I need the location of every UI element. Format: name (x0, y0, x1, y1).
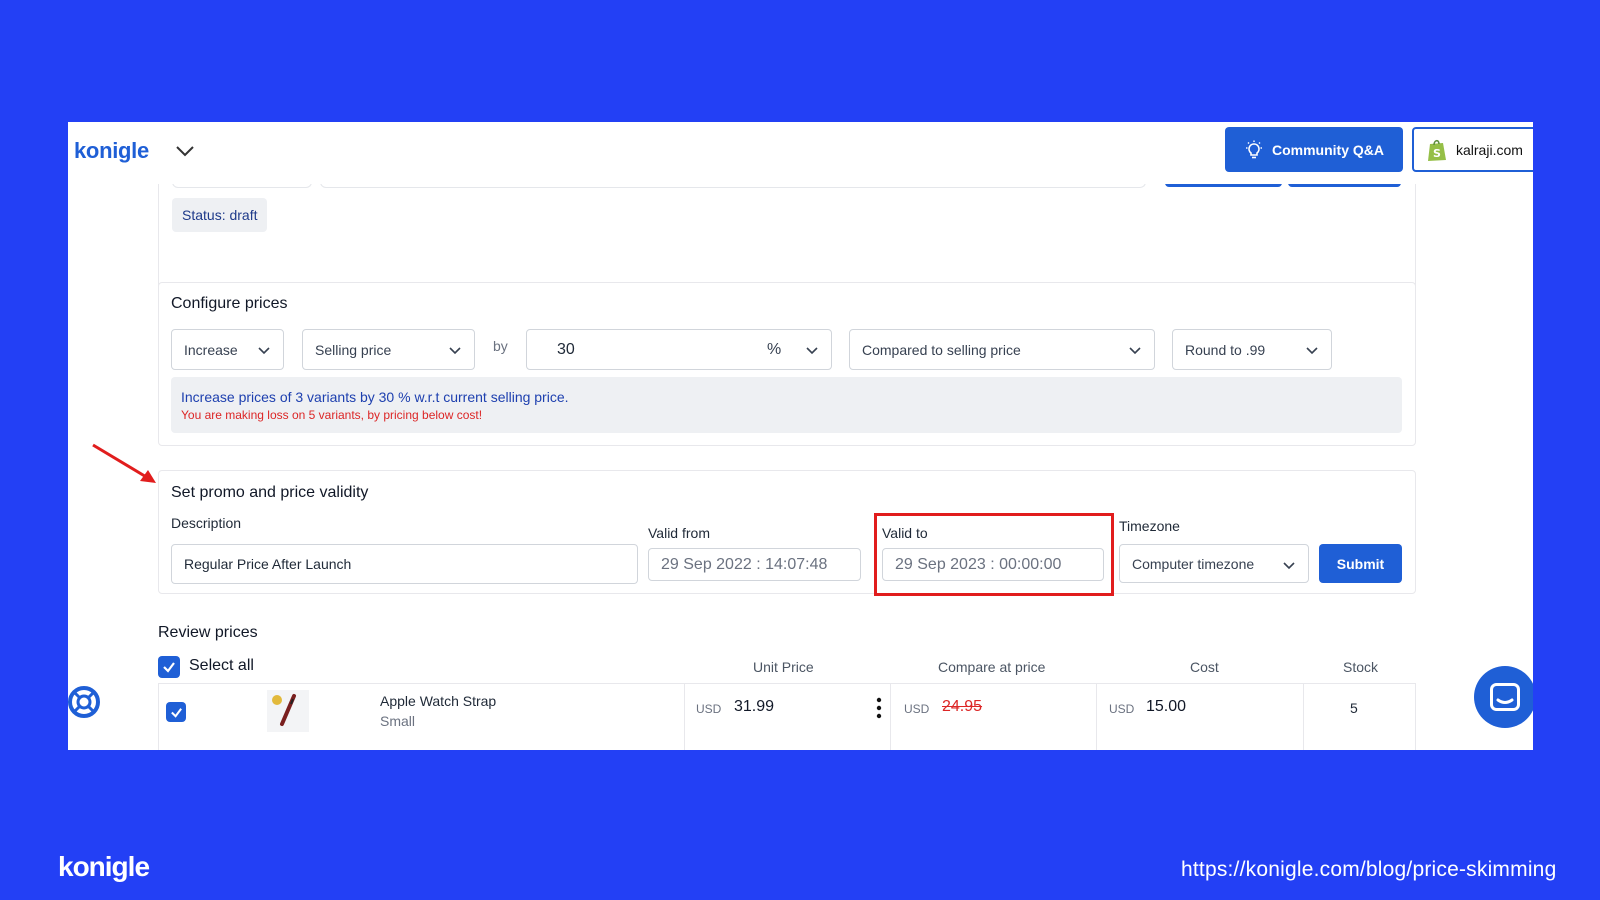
column-cost: Cost (1190, 659, 1219, 675)
row-checkbox[interactable] (166, 702, 186, 722)
chevron-down-icon[interactable] (174, 140, 196, 162)
valid-to-highlight-box (874, 513, 1114, 596)
unit-price-value[interactable]: 31.99 (734, 698, 774, 716)
top-bar: konigle Community Q&A S kalraji.com (68, 122, 1533, 184)
column-divider (684, 683, 685, 750)
chevron-down-icon (1129, 347, 1141, 355)
column-unit-price: Unit Price (753, 659, 814, 675)
chevron-down-icon (258, 347, 270, 355)
currency-label: USD (904, 702, 930, 716)
select-all-label: Select all (189, 657, 254, 674)
description-value: Regular Price After Launch (184, 556, 352, 572)
configure-prices-title: Configure prices (171, 295, 288, 312)
column-divider (1303, 683, 1304, 750)
compare-select-value: Compared to selling price (862, 341, 1021, 358)
valid-from-input[interactable]: 29 Sep 2022 : 14:07:48 (648, 548, 861, 581)
chevron-down-icon (1306, 347, 1318, 355)
compare-select[interactable]: Compared to selling price (849, 329, 1155, 370)
column-divider (1096, 683, 1097, 750)
check-icon (163, 662, 175, 673)
community-qa-button[interactable]: Community Q&A (1225, 127, 1403, 172)
currency-label: USD (696, 702, 722, 716)
promo-title: Set promo and price validity (171, 484, 369, 501)
description-label: Description (171, 515, 242, 531)
stock-value: 5 (1350, 700, 1358, 716)
app-screenshot: Status: draft konigle Community Q&A S ka… (68, 122, 1533, 750)
description-input[interactable]: Regular Price After Launch (171, 544, 638, 584)
rounding-select[interactable]: Round to .99 (1172, 329, 1332, 370)
more-options-icon[interactable] (872, 696, 886, 720)
unit-select[interactable]: % (767, 341, 781, 359)
submit-button[interactable]: Submit (1319, 544, 1402, 583)
annotation-arrow-icon (92, 443, 156, 483)
currency-label: USD (1109, 702, 1135, 716)
column-divider (890, 683, 891, 750)
svg-text:S: S (1433, 147, 1441, 160)
help-lifebuoy-icon[interactable] (68, 682, 104, 722)
community-qa-label: Community Q&A (1272, 141, 1384, 158)
app-logo[interactable]: konigle (74, 138, 149, 164)
amount-value: 30 (557, 340, 575, 358)
column-stock: Stock (1343, 659, 1379, 675)
lightbulb-icon (1246, 140, 1262, 158)
product-variant: Small (380, 713, 416, 729)
by-label: by (493, 338, 508, 354)
rounding-select-value: Round to .99 (1185, 341, 1266, 358)
loss-warning: You are making loss on 5 variants, by pr… (181, 408, 483, 422)
source-url[interactable]: https://konigle.com/blog/price-skimming (1181, 858, 1556, 882)
status-badge: Status: draft (172, 198, 268, 232)
column-compare-at-price: Compare at price (938, 659, 1046, 675)
check-icon (170, 707, 182, 718)
chevron-down-icon[interactable] (805, 343, 819, 357)
basis-select[interactable]: Selling price (302, 329, 475, 370)
store-name: kalraji.com (1456, 141, 1523, 158)
compare-at-price-value[interactable]: 24.95 (942, 698, 982, 716)
chat-icon (1490, 683, 1520, 711)
chat-launcher-button[interactable] (1474, 666, 1533, 728)
table-row (158, 683, 1416, 750)
product-name: Apple Watch Strap (380, 693, 497, 709)
chevron-down-icon (1283, 562, 1295, 570)
select-all-checkbox[interactable] (158, 656, 180, 678)
basis-select-value: Selling price (315, 341, 392, 358)
timezone-select[interactable]: Computer timezone (1119, 544, 1309, 583)
valid-from-value: 29 Sep 2022 : 14:07:48 (661, 555, 828, 573)
product-thumbnail (267, 690, 309, 732)
amount-input[interactable]: 30 % (526, 329, 832, 370)
chevron-down-icon (449, 347, 461, 355)
store-switcher-button[interactable]: S kalraji.com (1412, 127, 1533, 172)
price-change-summary: Increase prices of 3 variants by 30 % w.… (171, 377, 1402, 433)
shopify-bag-icon: S (1428, 139, 1446, 161)
timezone-label: Timezone (1119, 518, 1180, 534)
summary-text: Increase prices of 3 variants by 30 % w.… (181, 389, 569, 405)
timezone-value: Computer timezone (1132, 555, 1255, 572)
action-select-value: Increase (184, 341, 238, 358)
cost-value: 15.00 (1146, 698, 1187, 715)
review-prices-title: Review prices (158, 624, 258, 641)
valid-from-label: Valid from (648, 525, 710, 541)
brand-logo: konigle (58, 851, 150, 882)
action-select[interactable]: Increase (171, 329, 284, 370)
